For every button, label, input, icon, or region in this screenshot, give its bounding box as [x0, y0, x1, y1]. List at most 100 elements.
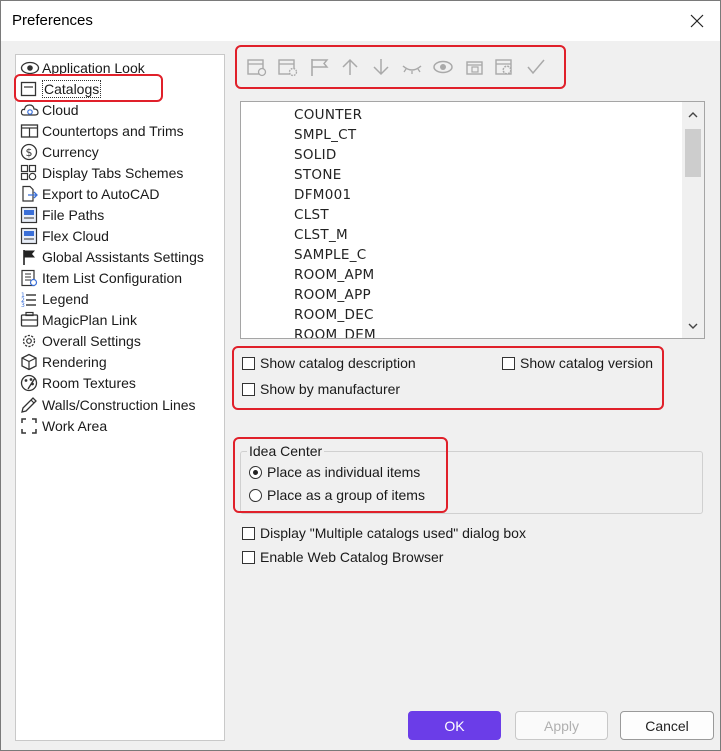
tree-item-application-look[interactable]: Application Look: [18, 58, 218, 78]
arrow-up-icon: [341, 58, 358, 75]
place-group-radio[interactable]: Place as a group of items: [249, 487, 425, 503]
tree-item-work-area[interactable]: Work Area: [18, 416, 218, 436]
cube-icon: [20, 353, 42, 371]
tree-item-label: Legend: [42, 291, 89, 307]
flex-cloud-icon: [20, 227, 42, 245]
list-item[interactable]: ROOM_APP: [294, 287, 371, 303]
category-tree: Application Look Catalogs Cloud Countert…: [15, 54, 225, 741]
checkmark-icon: [526, 59, 545, 75]
checkbox-box[interactable]: [242, 356, 255, 370]
radio-button[interactable]: [249, 465, 262, 479]
checkbox-box[interactable]: [242, 550, 255, 564]
tree-item-label: File Paths: [42, 207, 105, 223]
checkbox-label: Show by manufacturer: [260, 381, 401, 397]
eye-closed-icon: [402, 65, 421, 74]
magicplan-icon: [20, 311, 42, 329]
add-catalog-button[interactable]: [241, 53, 272, 81]
checkbox-box[interactable]: [242, 382, 255, 396]
list-item[interactable]: CLST_M: [294, 227, 348, 243]
close-icon: [690, 14, 704, 28]
list-item[interactable]: ROOM_APM: [294, 267, 374, 283]
chevron-down-icon[interactable]: [687, 320, 699, 332]
tree-item-catalogs[interactable]: Catalogs: [18, 79, 218, 99]
tree-item-overall-settings[interactable]: Overall Settings: [18, 331, 218, 351]
catalog-options-button[interactable]: [489, 53, 520, 81]
work-area-icon: [20, 417, 42, 435]
ok-button[interactable]: OK: [408, 711, 501, 740]
move-down-button[interactable]: [365, 53, 396, 81]
checkbox-label: Display "Multiple catalogs used" dialog …: [260, 525, 526, 541]
item-list-icon: [20, 269, 42, 287]
tree-item-magicplan-link[interactable]: MagicPlan Link: [18, 310, 218, 330]
catalog-settings-icon: [277, 59, 297, 77]
flag-icon: [20, 248, 42, 266]
checkbox-box[interactable]: [502, 356, 515, 370]
cancel-button[interactable]: Cancel: [620, 711, 714, 740]
move-up-button[interactable]: [334, 53, 365, 81]
show-catalog-description-checkbox[interactable]: Show catalog description: [242, 355, 416, 371]
list-item[interactable]: ROOM_DEM: [294, 327, 376, 338]
tree-item-label: Export to AutoCAD: [42, 186, 160, 202]
tree-item-currency[interactable]: $ Currency: [18, 142, 218, 162]
display-multiple-catalogs-checkbox[interactable]: Display "Multiple catalogs used" dialog …: [242, 525, 526, 541]
tree-item-label: Global Assistants Settings: [42, 249, 204, 265]
list-item[interactable]: DFM001: [294, 187, 351, 203]
tree-item-walls-construction[interactable]: Walls/Construction Lines: [18, 395, 218, 415]
tree-item-global-assistants[interactable]: Global Assistants Settings: [18, 247, 218, 267]
catalog-list[interactable]: COUNTER SMPL_CT SOLID STONE DFM001 CLST …: [240, 101, 705, 339]
radio-label: Place as individual items: [267, 464, 421, 480]
confirm-button[interactable]: [520, 53, 551, 81]
list-item[interactable]: COUNTER: [294, 107, 362, 123]
scroll-thumb[interactable]: [685, 129, 701, 177]
list-item[interactable]: CLST: [294, 207, 329, 223]
show-by-manufacturer-checkbox[interactable]: Show by manufacturer: [242, 381, 400, 397]
vertical-scrollbar[interactable]: [682, 102, 704, 338]
tree-item-label: Currency: [42, 144, 99, 160]
tree-item-rendering[interactable]: Rendering: [18, 352, 218, 372]
list-item[interactable]: SOLID: [294, 147, 337, 163]
chevron-up-icon[interactable]: [687, 109, 699, 121]
pencil-icon: [20, 396, 42, 414]
close-button[interactable]: [674, 1, 720, 41]
tree-item-label: Application Look: [42, 60, 145, 76]
list-item[interactable]: STONE: [294, 167, 342, 183]
place-individual-radio[interactable]: Place as individual items: [249, 464, 420, 480]
tree-item-item-list-config[interactable]: Item List Configuration: [18, 268, 218, 288]
tree-item-cloud[interactable]: Cloud: [18, 100, 218, 120]
enable-web-catalog-browser-checkbox[interactable]: Enable Web Catalog Browser: [242, 549, 443, 565]
textures-icon: [20, 374, 42, 392]
flag-catalog-button[interactable]: [303, 53, 334, 81]
cloud-icon: [20, 101, 42, 119]
checkbox-box[interactable]: [242, 526, 255, 540]
window-catalog-button[interactable]: [458, 53, 489, 81]
title-bar: Preferences: [1, 1, 720, 41]
tree-item-export-autocad[interactable]: Export to AutoCAD: [18, 184, 218, 204]
tree-item-label: Display Tabs Schemes: [42, 165, 184, 181]
export-icon: [20, 185, 42, 203]
apply-button[interactable]: Apply: [515, 711, 608, 740]
tree-item-room-textures[interactable]: Room Textures: [18, 373, 218, 393]
tree-item-display-tabs-schemes[interactable]: Display Tabs Schemes: [18, 163, 218, 183]
tree-item-countertops[interactable]: Countertops and Trims: [18, 121, 218, 141]
hide-catalog-button[interactable]: [396, 53, 427, 81]
tree-item-legend[interactable]: 123 Legend: [18, 289, 218, 309]
tree-item-label: Work Area: [42, 418, 108, 434]
list-item[interactable]: SAMPLE_C: [294, 247, 366, 263]
radio-button[interactable]: [249, 488, 262, 502]
idea-center-group: [240, 451, 703, 514]
idea-center-legend: Idea Center: [247, 443, 325, 459]
window-icon: [465, 61, 483, 75]
tree-item-file-paths[interactable]: File Paths: [18, 205, 218, 225]
dollar-icon: $: [20, 143, 42, 161]
tree-item-flex-cloud[interactable]: Flex Cloud: [18, 226, 218, 246]
list-item[interactable]: SMPL_CT: [294, 127, 356, 143]
file-paths-icon: [20, 206, 42, 224]
show-catalog-version-checkbox[interactable]: Show catalog version: [502, 355, 653, 371]
arrow-down-icon: [372, 59, 389, 76]
tree-item-label: Item List Configuration: [42, 270, 183, 286]
tabs-scheme-icon: [20, 164, 42, 182]
show-catalog-button[interactable]: [427, 53, 458, 81]
catalog-properties-button[interactable]: [272, 53, 303, 81]
list-item[interactable]: ROOM_DEC: [294, 307, 374, 323]
checkbox-label: Enable Web Catalog Browser: [260, 549, 444, 565]
